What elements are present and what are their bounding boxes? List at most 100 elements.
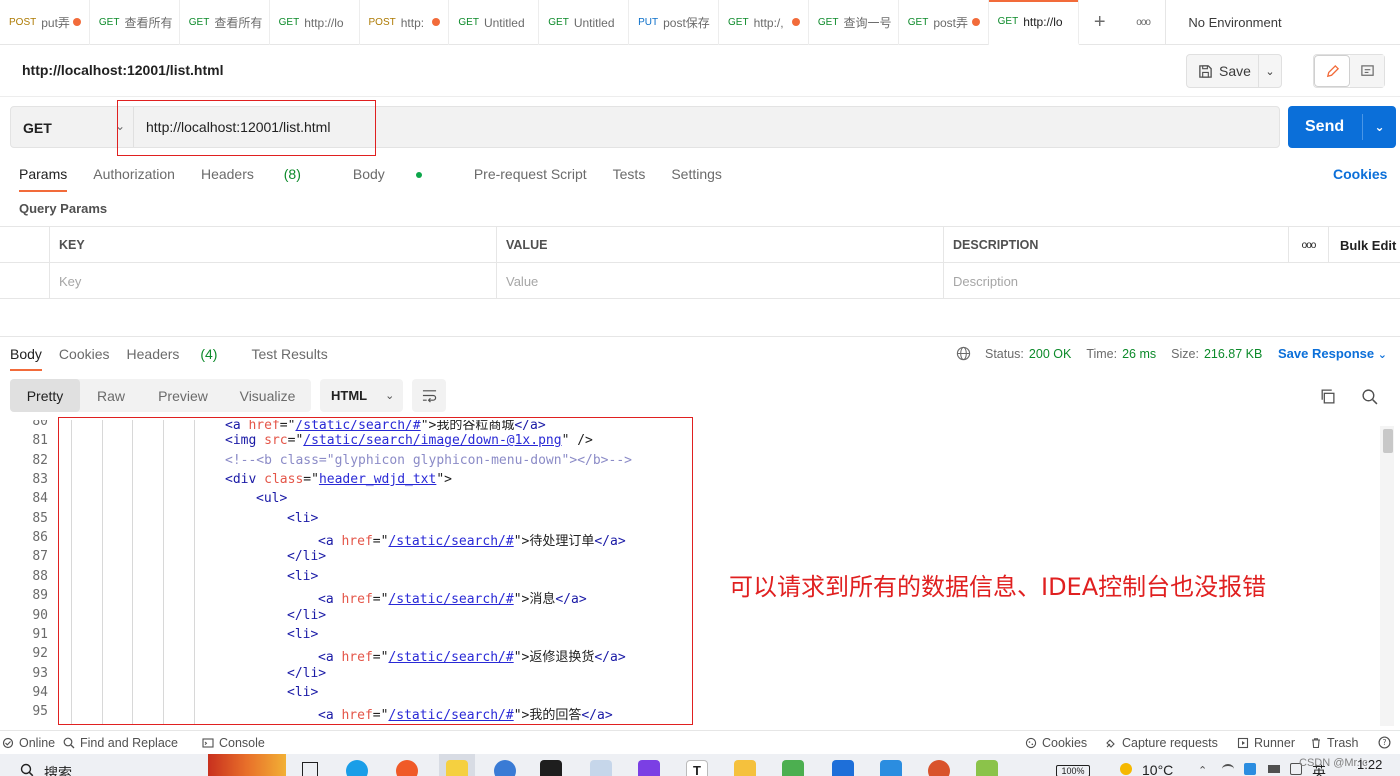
edit-pencil-icon[interactable] — [1314, 55, 1350, 87]
view-visualize[interactable]: Visualize — [224, 379, 311, 412]
find-replace-button[interactable]: Find and Replace — [63, 736, 178, 750]
method-selector[interactable]: GET — [23, 120, 52, 136]
windows-app-icon[interactable] — [880, 760, 902, 776]
settings-app-icon[interactable] — [928, 760, 950, 776]
battery-indicator[interactable]: 100% — [1056, 765, 1090, 776]
request-tab[interactable]: GET http://lo — [270, 0, 360, 45]
chevron-up-icon[interactable]: ⌃ — [1198, 764, 1207, 776]
console-label: Console — [219, 736, 265, 750]
request-tab[interactable]: GET Untitled — [449, 0, 540, 45]
more-options-icon[interactable]: ooo — [1288, 227, 1328, 263]
query-params-title: Query Params — [19, 201, 108, 216]
line-number: 91 — [32, 626, 48, 642]
weather-icon[interactable] — [1120, 763, 1132, 775]
comments-icon[interactable] — [1350, 55, 1384, 87]
search-icon[interactable] — [20, 763, 34, 776]
request-tab-active[interactable]: GET http://lo — [988, 0, 1079, 45]
request-tab[interactable]: GET http:/, — [719, 0, 809, 45]
runner-button[interactable]: Runner — [1237, 736, 1295, 750]
network-app-icon[interactable] — [494, 760, 516, 776]
taskbar-search-label[interactable]: 搜索 — [44, 763, 72, 776]
key-input[interactable]: Key — [59, 274, 81, 289]
scrollbar-thumb[interactable] — [1383, 429, 1393, 453]
tray-icon[interactable] — [1268, 765, 1280, 773]
status-label: Status: — [985, 346, 1024, 361]
response-tab-cookies[interactable]: Cookies — [59, 346, 110, 362]
response-tab-test-results[interactable]: Test Results — [251, 346, 327, 362]
tab-settings[interactable]: Settings — [671, 166, 722, 182]
tab-authorization[interactable]: Authorization — [93, 166, 175, 182]
typora-icon[interactable]: T — [686, 760, 708, 776]
request-tab[interactable]: GET post弄 — [899, 0, 989, 45]
request-tab[interactable]: POST put弄 — [0, 0, 90, 45]
save-response-button[interactable]: Save Response ⌄ — [1278, 346, 1387, 361]
line-number: 81 — [32, 433, 48, 449]
intellij-idea-icon[interactable] — [638, 760, 660, 776]
view-pretty[interactable]: Pretty — [10, 379, 80, 412]
wrap-lines-icon[interactable] — [412, 379, 446, 412]
cookie-icon — [1025, 737, 1037, 749]
postman-icon[interactable] — [396, 760, 418, 776]
cookies-button[interactable]: Cookies — [1025, 736, 1087, 750]
search-icon[interactable] — [1361, 388, 1378, 408]
request-tab[interactable]: GET 查看所有 — [90, 0, 180, 45]
request-tab[interactable]: GET 查看所有 — [180, 0, 270, 45]
tab-name: put弄 — [41, 16, 70, 30]
response-tab-headers[interactable]: Headers (4) — [127, 346, 235, 362]
terminal-icon[interactable] — [540, 760, 562, 776]
file-explorer-icon[interactable] — [734, 760, 756, 776]
language-selector[interactable]: HTML ⌄ — [320, 379, 403, 412]
task-view-icon[interactable] — [302, 762, 318, 776]
clock-time[interactable]: 1:22 — [1357, 757, 1382, 772]
response-tab-body[interactable]: Body — [10, 346, 42, 371]
request-title[interactable]: http://localhost:12001/list.html — [22, 62, 223, 78]
extra-app-icon[interactable] — [976, 760, 998, 776]
request-tab[interactable]: GET 查询一号 — [809, 0, 899, 45]
app-tray-icon[interactable] — [1244, 763, 1256, 775]
view-preview[interactable]: Preview — [142, 379, 224, 412]
view-raw[interactable]: Raw — [80, 379, 142, 412]
capture-requests-button[interactable]: Capture requests — [1105, 736, 1218, 750]
more-tabs-icon[interactable]: ooo — [1136, 17, 1151, 28]
image-viewer-icon[interactable] — [590, 760, 612, 776]
tab-method: POST — [9, 17, 37, 28]
save-dropdown-chevron-icon[interactable]: ⌄ — [1259, 65, 1281, 78]
tab-tests[interactable]: Tests — [613, 166, 646, 182]
tab-params[interactable]: Params — [19, 166, 68, 192]
tab-headers[interactable]: Headers (8) — [201, 166, 327, 182]
line-number: 95 — [32, 704, 48, 720]
temperature-label[interactable]: 10°C — [1142, 762, 1173, 776]
add-tab-icon[interactable]: + — [1094, 11, 1106, 34]
request-tab[interactable]: POST http: — [360, 0, 450, 45]
copy-icon[interactable] — [1319, 388, 1336, 408]
trash-button[interactable]: Trash — [1310, 736, 1359, 750]
value-input[interactable]: Value — [506, 274, 538, 289]
send-dropdown-chevron-icon[interactable]: ⌄ — [1363, 120, 1396, 134]
save-button[interactable]: Save — [1187, 55, 1259, 87]
request-tab[interactable]: GET Untitled — [539, 0, 630, 45]
help-icon[interactable]: ? — [1378, 736, 1391, 749]
globe-icon[interactable] — [956, 346, 971, 361]
bulk-edit-button[interactable]: Bulk Edit — [1328, 227, 1400, 263]
cookies-link[interactable]: Cookies — [1333, 166, 1387, 182]
console-icon — [202, 738, 214, 748]
description-input[interactable]: Description — [953, 274, 1018, 289]
code-scrollbar[interactable] — [1380, 426, 1394, 726]
view-mode-selector: Pretty Raw Preview Visualize — [10, 379, 311, 412]
request-tab[interactable]: PUT post保存 — [629, 0, 719, 45]
android-studio-icon[interactable] — [782, 760, 804, 776]
online-icon — [2, 737, 14, 749]
notes-app-icon[interactable] — [446, 760, 468, 776]
console-button[interactable]: Console — [202, 736, 265, 750]
cookies-label: Cookies — [1042, 736, 1088, 750]
send-button[interactable]: Send — [1288, 118, 1362, 136]
shield-app-icon[interactable] — [832, 760, 854, 776]
edge-browser-icon[interactable] — [346, 760, 368, 776]
environment-selector[interactable]: No Environment — [1166, 0, 1400, 44]
online-status[interactable]: Online — [2, 736, 55, 750]
wifi-icon[interactable] — [1222, 764, 1234, 774]
tab-prerequest-script[interactable]: Pre-request Script — [474, 166, 587, 182]
tab-actions: + ooo — [1079, 0, 1167, 44]
tab-body[interactable]: Body — [353, 166, 448, 182]
column-description-header: DESCRIPTION — [953, 238, 1039, 252]
